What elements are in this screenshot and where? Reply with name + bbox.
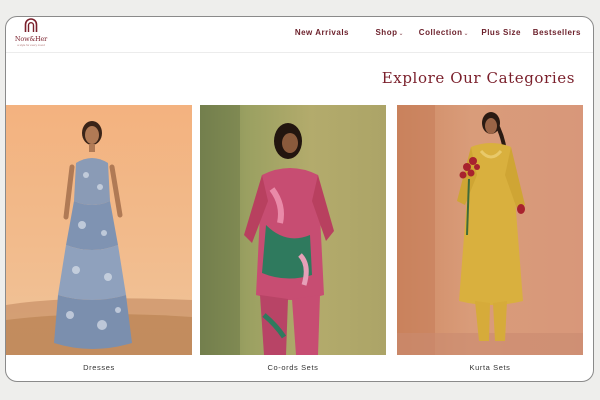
brand-tagline: a style for every mood — [17, 43, 45, 47]
coords-photo — [200, 105, 334, 355]
section-title: Explore Our Categories — [381, 69, 575, 87]
nav-label: Bestsellers — [532, 28, 581, 37]
category-card-kurta-sets[interactable] — [397, 105, 583, 355]
category-card-dresses[interactable] — [6, 105, 192, 355]
category-card-coords-sets[interactable] — [200, 105, 386, 355]
kurta-photo — [397, 105, 583, 355]
brand-name: Now&Her — [14, 35, 48, 43]
nav-label: Collection — [418, 28, 463, 37]
browser-frame: Now&Her a style for every mood New Arriv… — [5, 16, 594, 382]
nav-item-shop[interactable]: Shop⌄ — [375, 28, 404, 37]
nav-item-new-arrivals[interactable]: New Arrivals — [295, 28, 349, 37]
dresses-photo — [6, 121, 192, 355]
nav-item-collection[interactable]: Collection⌄ — [419, 28, 469, 37]
nav-item-plus-size[interactable]: Plus Size — [481, 28, 521, 37]
nav-label: New Arrivals — [294, 28, 349, 37]
site-header: Now&Her a style for every mood New Arriv… — [6, 17, 593, 53]
brand-logo[interactable]: Now&Her a style for every mood — [9, 18, 53, 50]
nav-label: Shop — [375, 28, 398, 37]
logo-arch-icon — [24, 18, 38, 32]
chevron-down-icon: ⌄ — [463, 31, 469, 37]
nav-item-bestsellers[interactable]: Bestsellers — [533, 28, 581, 37]
category-label-dresses[interactable]: Dresses — [6, 363, 192, 372]
nav-label: Plus Size — [481, 28, 521, 37]
chevron-down-icon: ⌄ — [398, 31, 404, 37]
category-label-kurta-sets[interactable]: Kurta Sets — [397, 363, 583, 372]
category-label-coords-sets[interactable]: Co-ords Sets — [200, 363, 386, 372]
